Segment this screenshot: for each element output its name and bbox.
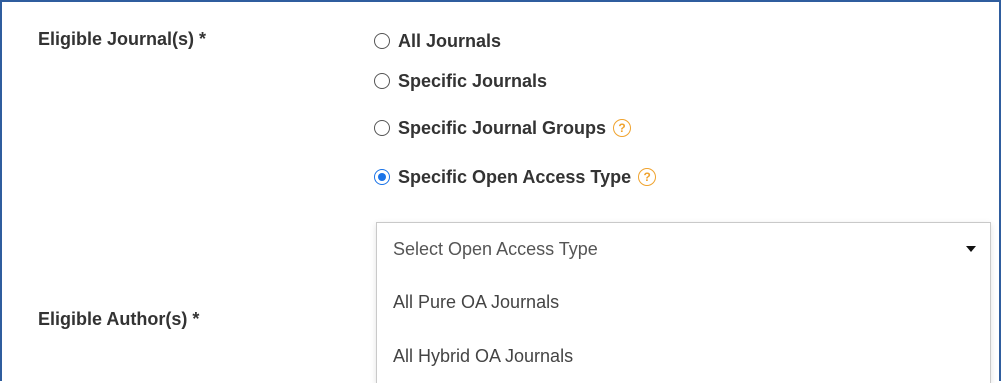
radio-button[interactable] — [374, 73, 390, 89]
radio-button[interactable] — [374, 120, 390, 136]
eligible-authors-label: Eligible Author(s) * — [38, 309, 200, 329]
radio-button-selected[interactable] — [374, 169, 390, 185]
radio-button[interactable] — [374, 33, 390, 49]
radio-specific-journal-groups[interactable]: Specific Journal Groups ? — [374, 116, 632, 140]
radio-label: Specific Journals — [398, 70, 548, 91]
radio-specific-journals[interactable]: Specific Journals — [374, 69, 547, 93]
help-icon[interactable]: ? — [613, 119, 632, 137]
radio-label: All Journals — [398, 30, 502, 51]
radio-label: Specific Open Access Type — [398, 166, 632, 187]
dropdown-toggle[interactable]: Select Open Access Type — [377, 223, 990, 275]
caret-down-icon — [966, 246, 976, 252]
dropdown-option-pure-oa[interactable]: All Pure OA Journals — [377, 275, 990, 330]
dropdown-option-hybrid-oa[interactable]: All Hybrid OA Journals — [377, 330, 990, 383]
form-panel: Eligible Journal(s) * All Journals Speci… — [0, 0, 1001, 383]
radio-label: Specific Journal Groups — [398, 117, 607, 138]
eligible-journals-label: Eligible Journal(s) * — [38, 29, 207, 49]
radio-all-journals[interactable]: All Journals — [374, 29, 501, 53]
help-icon[interactable]: ? — [638, 168, 657, 186]
radio-specific-open-access-type[interactable]: Specific Open Access Type ? — [374, 165, 657, 189]
dropdown-placeholder: Select Open Access Type — [393, 238, 598, 259]
open-access-type-dropdown[interactable]: Select Open Access Type All Pure OA Jour… — [376, 222, 991, 383]
